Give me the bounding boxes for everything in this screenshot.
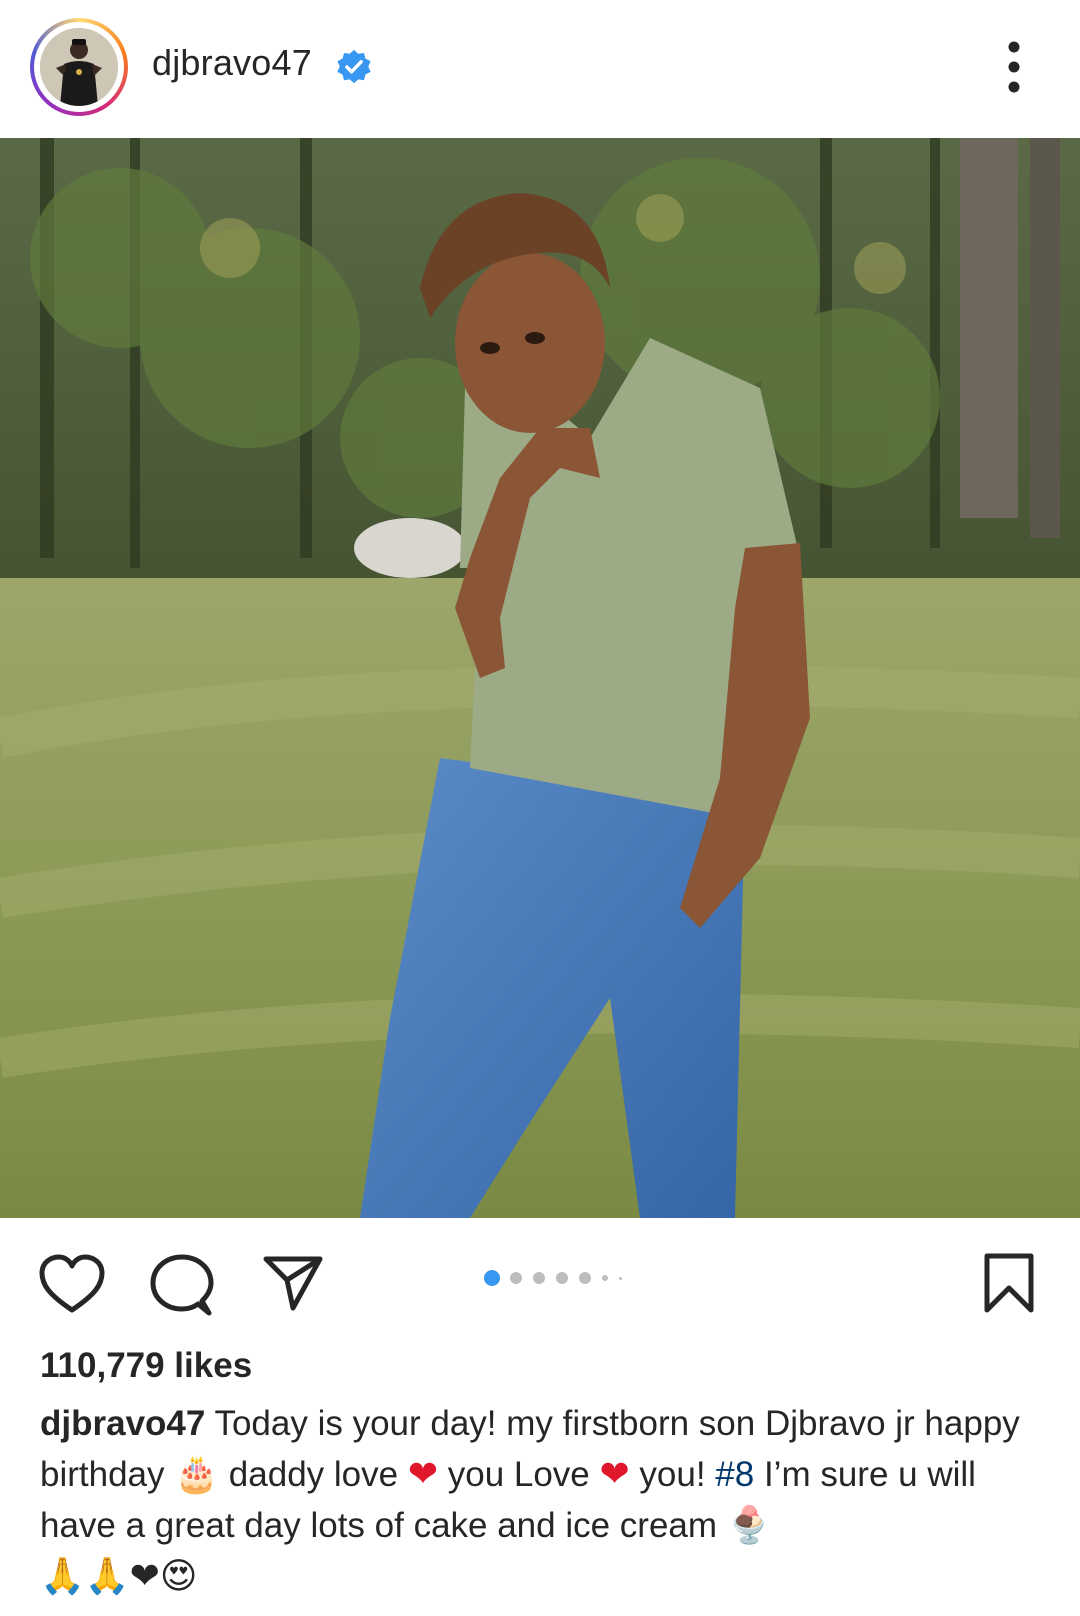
paper-plane-icon[interactable] <box>262 1254 324 1312</box>
avatar-image <box>40 28 118 106</box>
likes-count[interactable]: 110,779 likes <box>40 1346 252 1386</box>
caption-text: you! <box>629 1455 716 1494</box>
avatar[interactable] <box>40 28 118 106</box>
hashtag-link[interactable]: #8 <box>715 1455 754 1494</box>
carousel-dot <box>619 1277 622 1280</box>
carousel-dot <box>602 1275 608 1281</box>
post-username[interactable]: djbravo47 <box>152 42 312 84</box>
caption-text: daddy love <box>219 1455 408 1494</box>
carousel-dot <box>533 1272 545 1284</box>
carousel-dot <box>510 1272 522 1284</box>
bookmark-icon[interactable] <box>983 1252 1035 1314</box>
story-ring[interactable] <box>30 18 128 116</box>
cake-emoji-icon: 🎂 <box>174 1454 220 1495</box>
photo-image <box>0 138 1080 1218</box>
praying-hands-heart-emoji-icon: 🙏🙏❤😍 <box>40 1556 198 1597</box>
more-vertical-icon[interactable] <box>1000 40 1028 94</box>
comment-bubble-icon[interactable] <box>150 1253 214 1317</box>
carousel-dot <box>579 1272 591 1284</box>
heart-emoji-icon: ❤ <box>407 1454 438 1495</box>
verified-badge-icon <box>337 49 371 84</box>
carousel-dot <box>556 1272 568 1284</box>
post-header: djbravo47 <box>0 0 1080 138</box>
ice-cream-emoji-icon: 🍨 <box>726 1505 772 1546</box>
post-caption: djbravo47 Today is your day! my firstbor… <box>40 1398 1050 1602</box>
heart-emoji-icon: ❤ <box>599 1454 630 1495</box>
heart-outline-icon[interactable] <box>38 1254 106 1314</box>
caption-username[interactable]: djbravo47 <box>40 1404 205 1443</box>
post-photo[interactable] <box>0 138 1080 1218</box>
carousel-dot-active <box>484 1270 500 1286</box>
caption-text: you Love <box>438 1455 600 1494</box>
